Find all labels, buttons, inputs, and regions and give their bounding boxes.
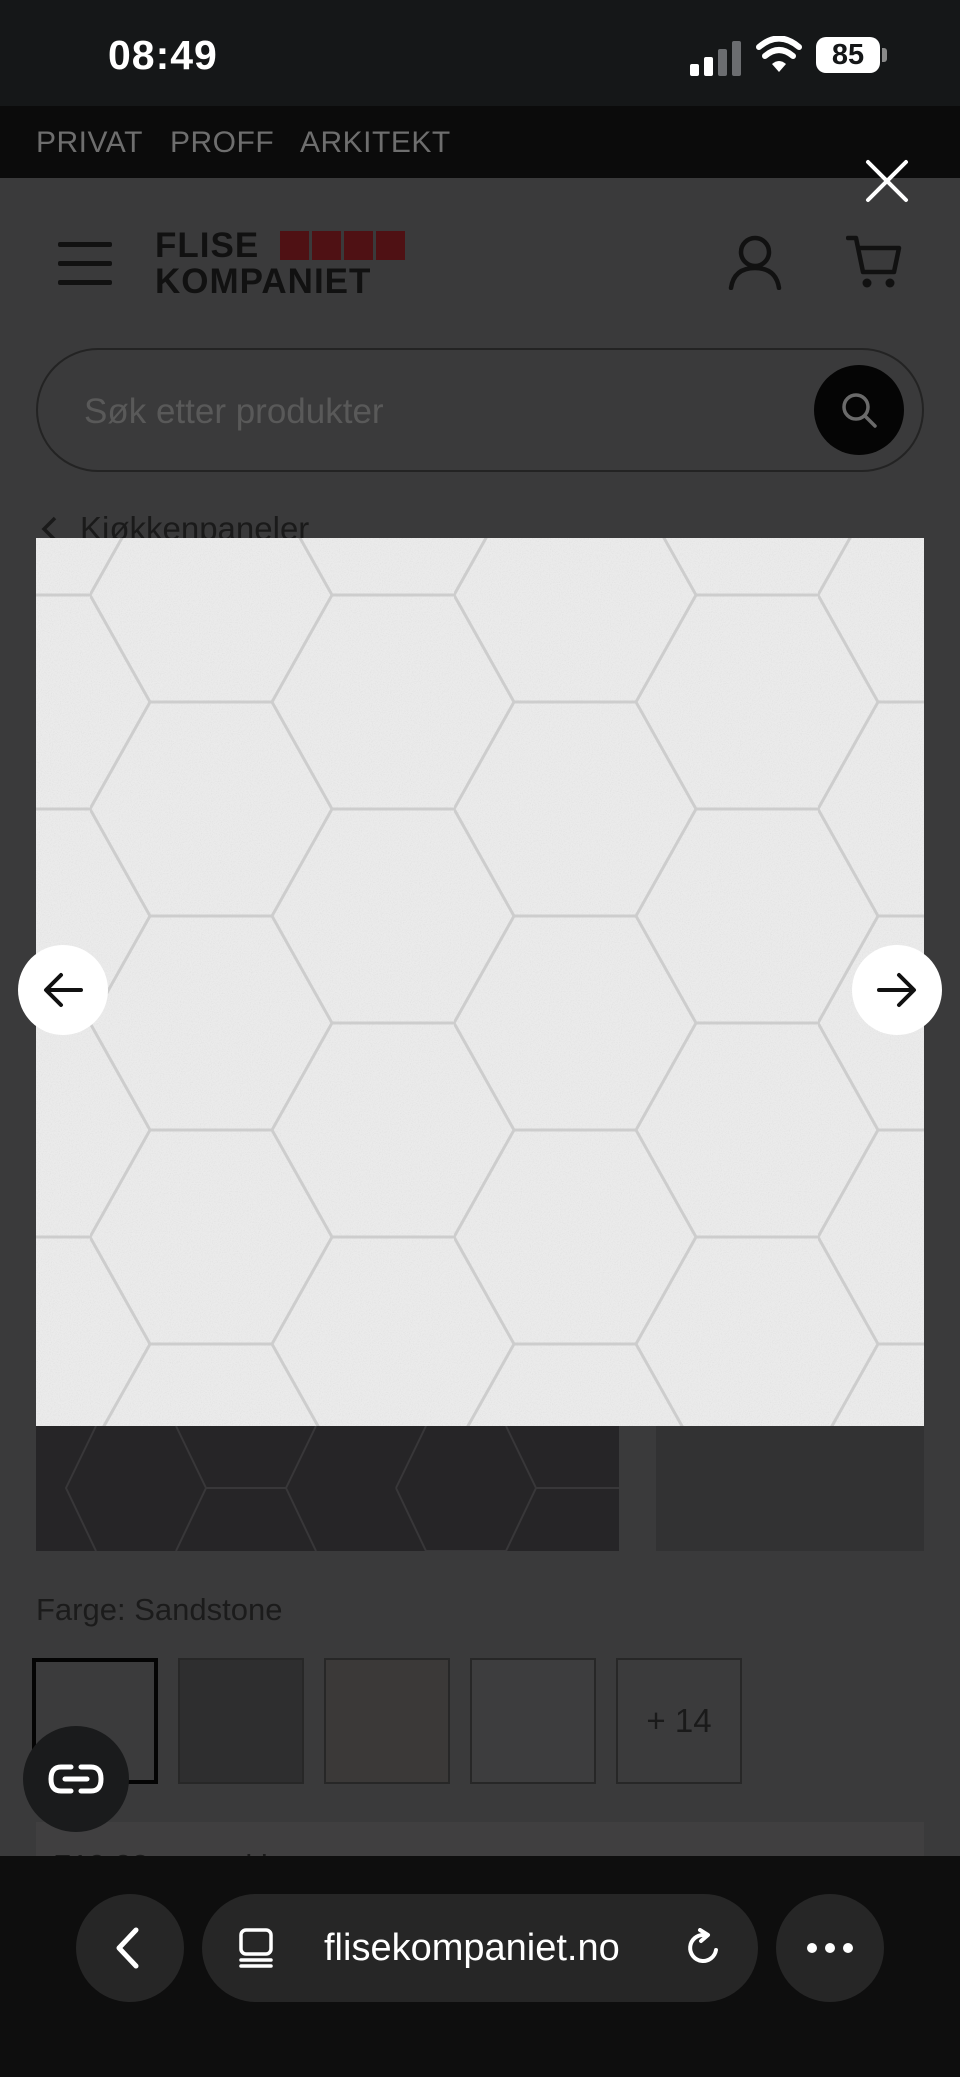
account-icon[interactable] xyxy=(728,234,782,290)
address-bar[interactable]: flisekompaniet.no xyxy=(202,1894,758,2002)
url-text: flisekompaniet.no xyxy=(324,1927,620,1969)
logo-text-line1: FLISE xyxy=(155,226,260,265)
segment-privat[interactable]: PRIVAT xyxy=(36,126,143,160)
logo-text-line2: KOMPANIET xyxy=(155,262,372,301)
next-image-button[interactable] xyxy=(852,945,942,1035)
cellular-signal-icon xyxy=(690,41,741,76)
link-badge[interactable] xyxy=(23,1726,129,1832)
search-bar xyxy=(36,348,924,472)
previous-image-button[interactable] xyxy=(18,945,108,1035)
color-label: Farge: Sandstone xyxy=(36,1592,283,1627)
battery-level: 85 xyxy=(816,37,880,73)
reload-icon[interactable] xyxy=(684,1928,724,1968)
arrow-right-icon xyxy=(877,973,916,1007)
status-time: 08:49 xyxy=(108,32,218,78)
more-colors-button[interactable]: + 14 xyxy=(616,1658,742,1784)
product-image-secondary[interactable] xyxy=(656,1426,924,1551)
browser-toolbar: flisekompaniet.no xyxy=(0,1856,960,2077)
segment-proff[interactable]: PROFF xyxy=(170,126,274,160)
color-swatch[interactable] xyxy=(470,1658,596,1784)
product-image xyxy=(36,538,924,1426)
more-icon xyxy=(807,1943,853,1953)
status-bar: 08:49 85 xyxy=(0,0,960,106)
color-swatch[interactable] xyxy=(324,1658,450,1784)
site-logo[interactable]: FLISE KOMPANIET xyxy=(155,228,410,300)
more-colors-label: + 14 xyxy=(646,1702,712,1739)
search-icon xyxy=(842,393,877,428)
battery-icon: 85 xyxy=(816,37,887,73)
product-image-strip[interactable] xyxy=(36,1426,619,1551)
arrow-left-icon xyxy=(44,973,83,1007)
segment-nav: PRIVAT PROFF ARKITEKT xyxy=(0,106,960,178)
wifi-icon xyxy=(756,36,802,72)
menu-icon[interactable] xyxy=(58,242,112,286)
segment-arkitekt[interactable]: ARKITEKT xyxy=(300,126,451,160)
cart-icon[interactable] xyxy=(846,234,902,290)
more-button[interactable] xyxy=(776,1894,884,2002)
color-swatch[interactable] xyxy=(178,1658,304,1784)
close-icon[interactable] xyxy=(862,156,912,206)
search-button[interactable] xyxy=(814,365,904,455)
browser-back-button[interactable] xyxy=(76,1894,184,2002)
chevron-left-icon xyxy=(116,1927,139,1969)
tab-icon xyxy=(239,1928,273,1968)
link-icon xyxy=(48,1764,104,1794)
search-input[interactable] xyxy=(84,390,784,434)
